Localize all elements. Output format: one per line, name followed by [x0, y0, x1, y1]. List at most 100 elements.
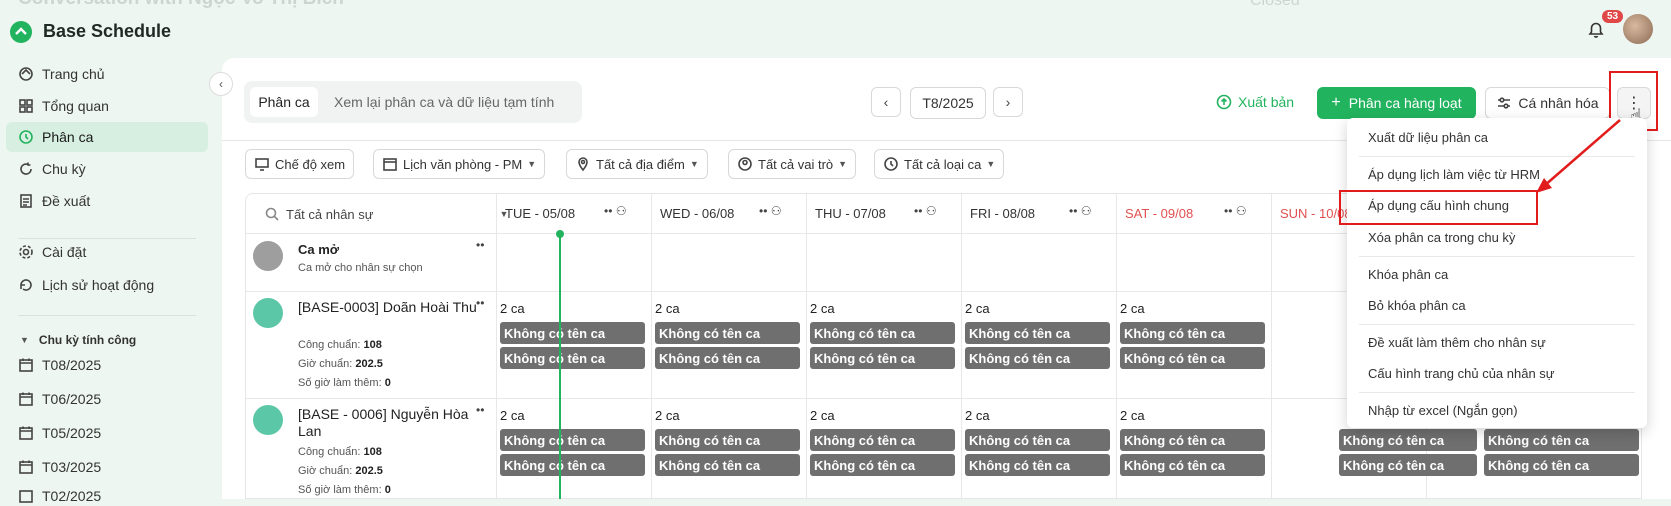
sidebar-item-label: T02/2025 — [42, 488, 102, 504]
avatar — [253, 405, 283, 435]
calendar-filter[interactable]: Lịch văn phòng - PM ▼ — [373, 149, 546, 179]
role-filter[interactable]: Tất cả vai trò ▼ — [728, 149, 857, 179]
personalize-button[interactable]: Cá nhân hóa — [1485, 87, 1610, 119]
chevron-down-icon: ▼ — [689, 159, 699, 169]
clock-icon — [18, 129, 34, 145]
shift-block[interactable]: Không có tên ca — [1484, 454, 1639, 476]
day-actions-icon[interactable]: •• ⚇ — [759, 204, 782, 218]
sidebar-item-history[interactable]: Lịch sử hoạt động — [6, 270, 208, 300]
bulk-assign-button[interactable]: + Phân ca hàng loạt — [1317, 87, 1476, 119]
shift-block[interactable]: Không có tên ca — [655, 322, 800, 344]
menu-item-unlock[interactable]: Bỏ khóa phân ca — [1368, 298, 1466, 313]
filter-label: Tất cả vai trò — [758, 156, 834, 172]
menu-item-apply-hrm[interactable]: Áp dụng lịch làm việc từ HRM — [1368, 167, 1540, 182]
sidebar-item-shift[interactable]: Phân ca — [6, 122, 208, 152]
sidebar-item-overview[interactable]: Tổng quan — [6, 91, 208, 121]
shift-count: 2 ca — [965, 301, 990, 316]
shift-block[interactable]: Không có tên ca — [965, 429, 1110, 451]
menu-item-propose-overtime[interactable]: Đề xuất làm thêm cho nhân sự — [1368, 335, 1546, 350]
shift-block[interactable]: Không có tên ca — [1120, 429, 1265, 451]
menu-item-export[interactable]: Xuất dữ liệu phân ca — [1368, 130, 1488, 145]
shift-block[interactable]: Không có tên ca — [810, 454, 955, 476]
staff-filter-label: Tất cả nhân sự — [286, 206, 374, 222]
row-actions-icon[interactable]: •• — [476, 296, 484, 310]
shift-block[interactable]: Không có tên ca — [810, 347, 955, 369]
shift-block[interactable]: Không có tên ca — [500, 347, 645, 369]
shift-type-filter[interactable]: Tất cả loại ca ▼ — [874, 149, 1005, 179]
shift-block[interactable]: Không có tên ca — [1339, 429, 1477, 451]
shift-block[interactable]: Không có tên ca — [810, 322, 955, 344]
filter-label: Tất cả địa điểm — [596, 156, 685, 172]
sidebar-item-label: Đề xuất — [42, 193, 91, 209]
day-header-weekend: SAT - 09/08 — [1125, 206, 1194, 221]
employee-name[interactable]: [BASE-0003] Doãn Hoài Thu — [298, 299, 488, 316]
today-indicator — [559, 233, 561, 499]
location-pin-icon — [575, 156, 591, 172]
calendar-icon — [382, 156, 398, 172]
shift-block[interactable]: Không có tên ca — [965, 454, 1110, 476]
shift-block[interactable]: Không có tên ca — [500, 429, 645, 451]
sidebar-period-item[interactable]: T05/2025 — [6, 418, 208, 448]
day-header: WED - 06/08 — [660, 206, 735, 221]
sidebar-period-item[interactable]: T06/2025 — [6, 384, 208, 414]
grid-line — [1271, 194, 1272, 498]
menu-item-delete-cycle[interactable]: Xóa phân ca trong chu kỳ — [1368, 230, 1515, 245]
period-group-label: Chu kỳ tính công — [38, 333, 137, 347]
shift-block[interactable]: Không có tên ca — [655, 429, 800, 451]
shift-count: 2 ca — [655, 301, 680, 316]
employee-std: Công chuẩn: 108 — [298, 446, 382, 458]
filter-label: Tất cả loại ca — [904, 156, 982, 172]
sidebar-period-item[interactable]: T02/2025 — [6, 486, 208, 506]
shift-block[interactable]: Không có tên ca — [655, 454, 800, 476]
day-header: TUE - 05/08 — [505, 206, 576, 221]
shift-block[interactable]: Không có tên ca — [1120, 347, 1265, 369]
period-group-header[interactable]: ▼ Chu kỳ tính công — [20, 333, 136, 347]
shift-block[interactable]: Không có tên ca — [1484, 429, 1639, 451]
sidebar-item-label: T06/2025 — [42, 391, 102, 407]
shift-block[interactable]: Không có tên ca — [965, 347, 1110, 369]
sidebar-item-proposal[interactable]: Đề xuất — [6, 186, 208, 216]
calendar-icon — [18, 488, 34, 504]
publish-label: Xuất bản — [1238, 94, 1295, 110]
tab-shift[interactable]: Phân ca — [250, 87, 318, 117]
chevron-right-icon: › — [1005, 94, 1011, 110]
staff-filter[interactable]: Tất cả nhân sự ▼ — [264, 206, 508, 222]
open-shift-title: Ca mở — [298, 242, 340, 257]
history-icon — [18, 277, 34, 293]
sidebar-period-item[interactable]: T08/2025 — [6, 350, 208, 380]
shift-block[interactable]: Không có tên ca — [500, 454, 645, 476]
shift-block[interactable]: Không có tên ca — [810, 429, 955, 451]
sidebar-period-item[interactable]: T03/2025 — [6, 452, 208, 482]
next-month-button[interactable]: › — [993, 87, 1023, 117]
shift-block[interactable]: Không có tên ca — [500, 322, 645, 344]
shift-block[interactable]: Không có tên ca — [1120, 454, 1265, 476]
day-actions-icon[interactable]: •• ⚇ — [604, 204, 627, 218]
collapse-sidebar-button[interactable]: ‹ — [209, 72, 233, 96]
view-mode-filter[interactable]: Chế độ xem — [245, 149, 355, 179]
menu-item-import-excel[interactable]: Nhập từ excel (Ngắn gọn) — [1368, 403, 1518, 418]
publish-button[interactable]: Xuất bản — [1216, 94, 1294, 110]
grid-line — [651, 194, 652, 498]
day-actions-icon[interactable]: •• ⚇ — [1224, 204, 1247, 218]
month-display[interactable]: T8/2025 — [910, 87, 986, 119]
shift-count: 2 ca — [810, 301, 835, 316]
sidebar-item-cycle[interactable]: Chu kỳ — [6, 154, 208, 184]
location-filter[interactable]: Tất cả địa điểm ▼ — [566, 149, 708, 179]
shift-block[interactable]: Không có tên ca — [1339, 454, 1477, 476]
day-actions-icon[interactable]: •• ⚇ — [1069, 204, 1092, 218]
shift-block[interactable]: Không có tên ca — [655, 347, 800, 369]
menu-item-lock[interactable]: Khóa phân ca — [1368, 267, 1448, 282]
user-circle-icon — [737, 156, 753, 172]
tab-review[interactable]: Xem lại phân ca và dữ liệu tạm tính — [334, 94, 554, 110]
menu-item-home-config[interactable]: Cấu hình trang chủ của nhân sự — [1368, 366, 1555, 381]
prev-month-button[interactable]: ‹ — [871, 87, 901, 117]
employee-name[interactable]: [BASE - 0006] Nguyễn Hòa Lan — [298, 406, 488, 440]
shift-block[interactable]: Không có tên ca — [1120, 322, 1265, 344]
day-actions-icon[interactable]: •• ⚇ — [914, 204, 937, 218]
sidebar-item-home[interactable]: Trang chủ — [6, 59, 208, 89]
sidebar-item-settings[interactable]: Cài đặt — [6, 237, 208, 267]
row-actions-icon[interactable]: •• — [476, 403, 484, 417]
shift-block[interactable]: Không có tên ca — [965, 322, 1110, 344]
row-actions-icon[interactable]: •• — [476, 238, 484, 252]
user-avatar[interactable] — [1623, 14, 1653, 44]
